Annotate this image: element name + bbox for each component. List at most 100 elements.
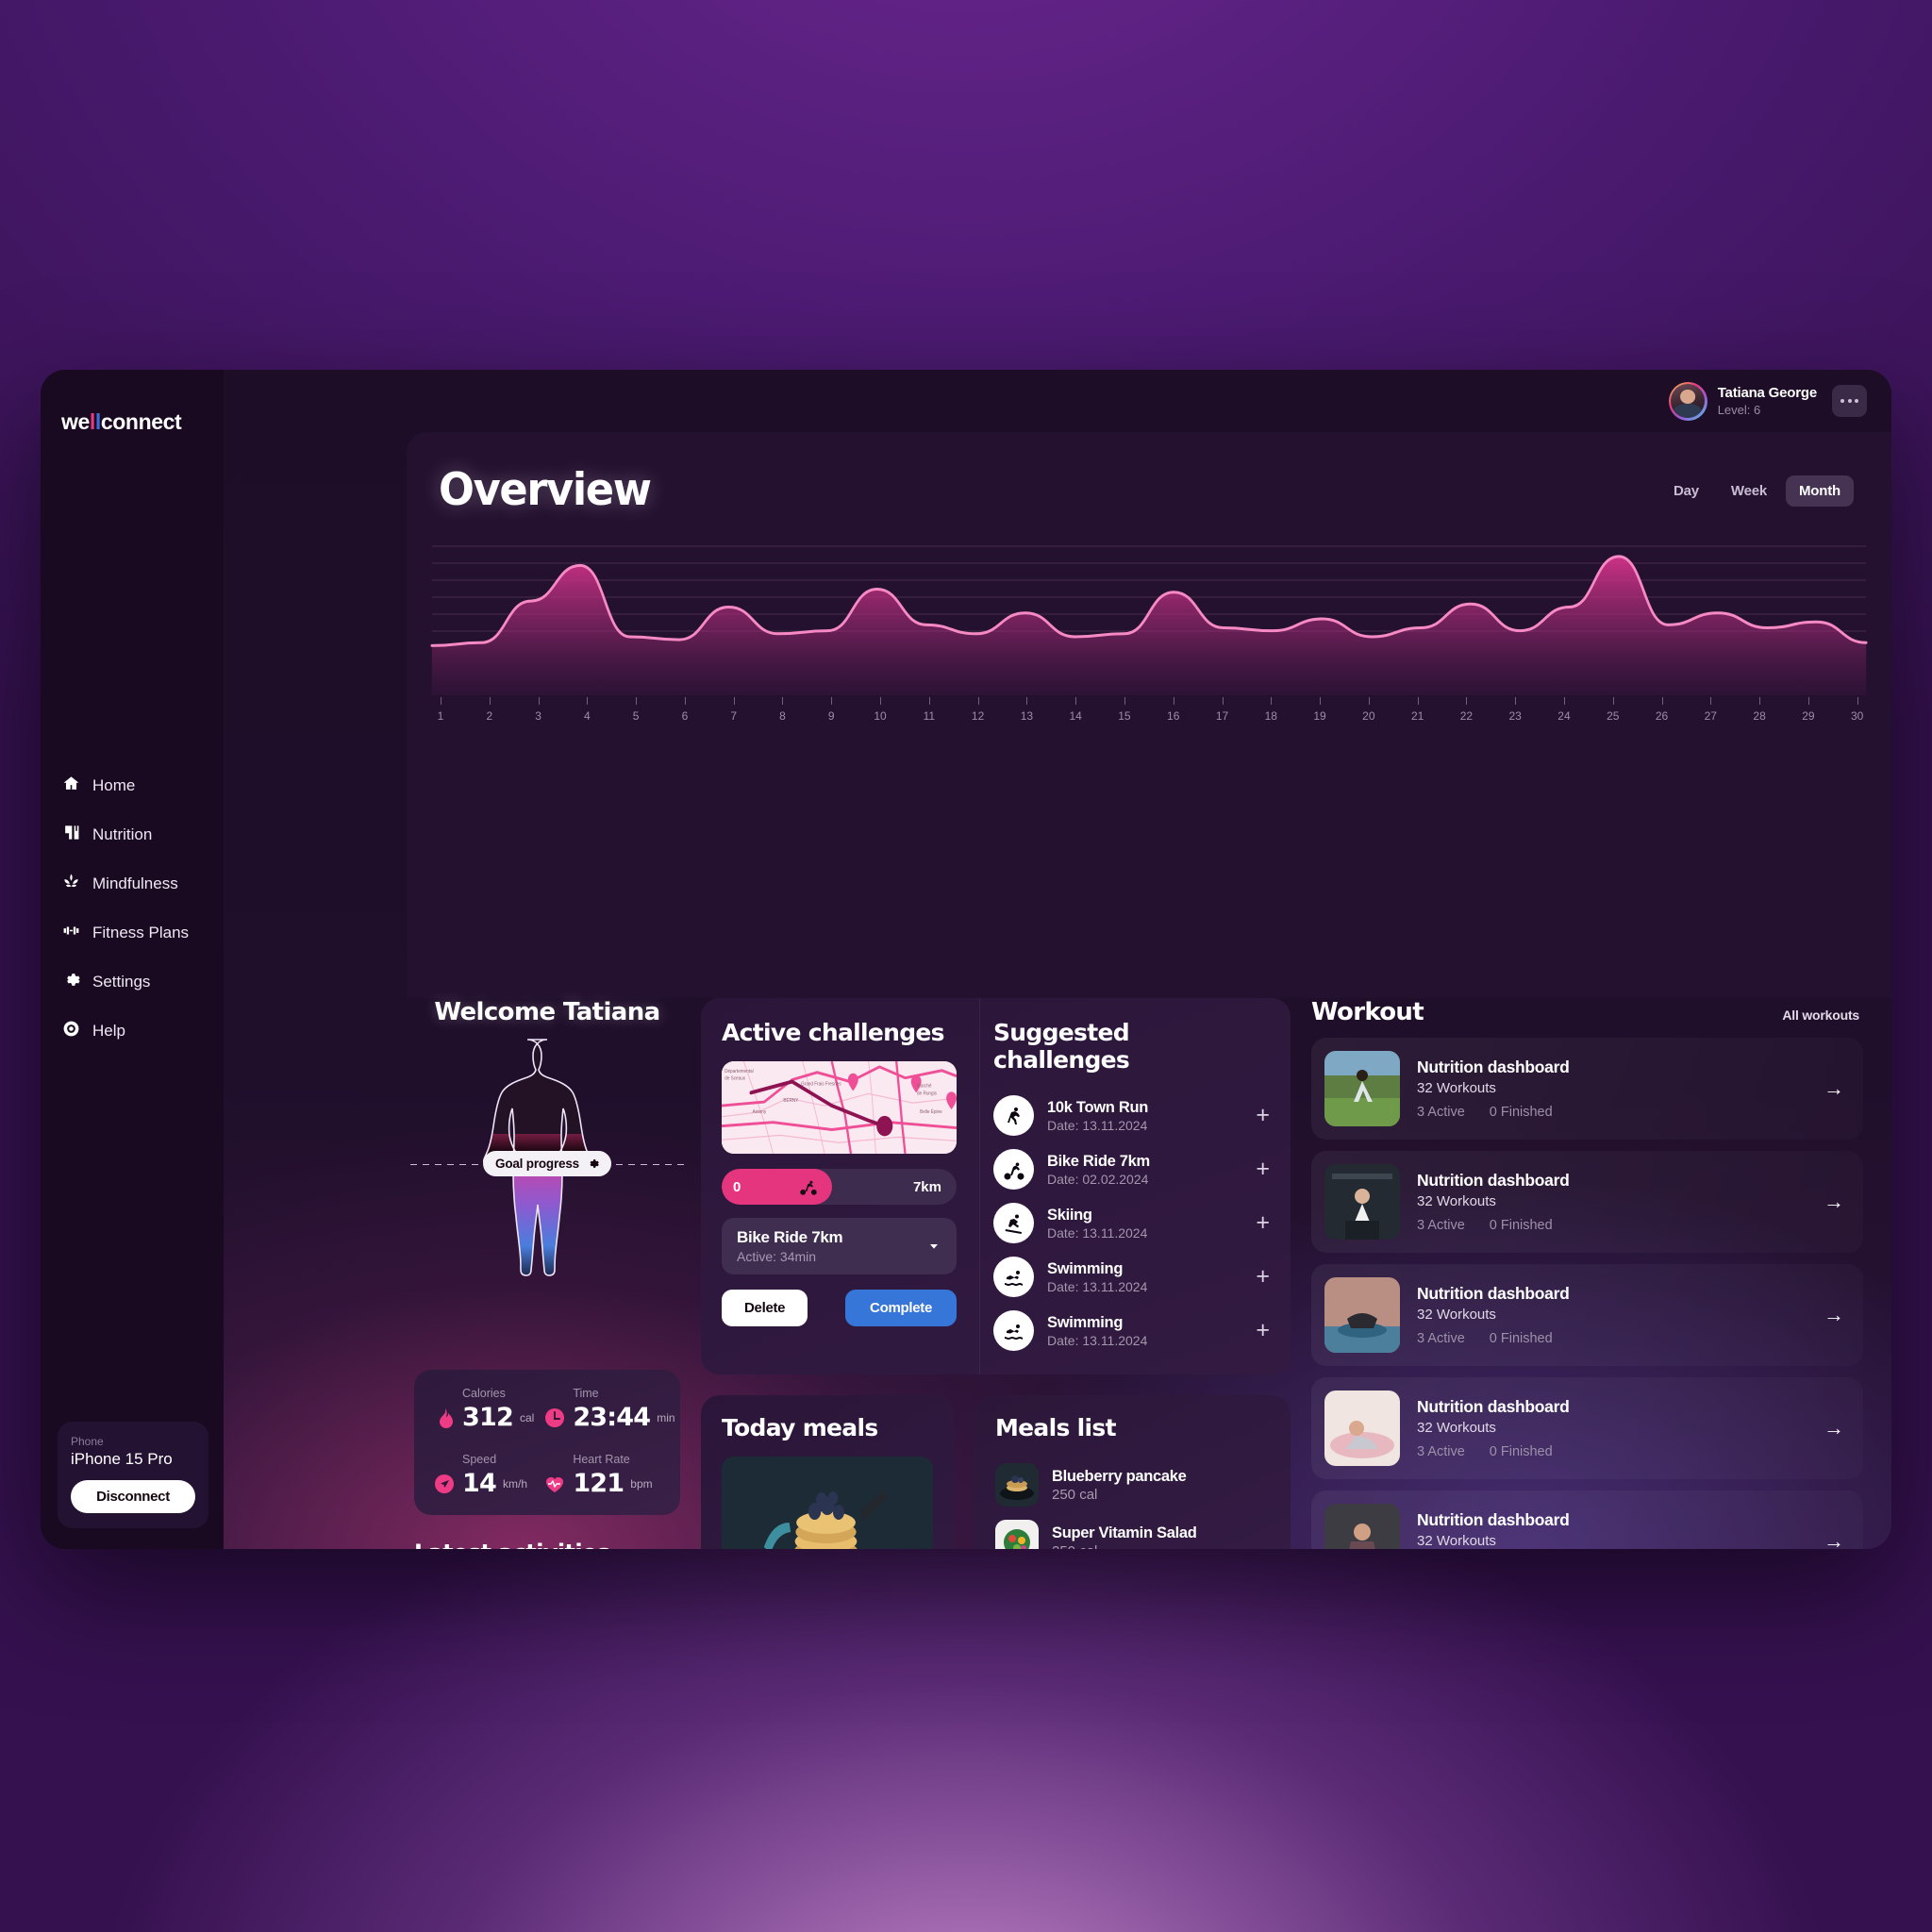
user-profile[interactable]: Tatiana George Level: 6 [1668, 381, 1817, 421]
x-axis-tick: 20 [1361, 697, 1376, 723]
sidebar-item-label: Nutrition [92, 825, 153, 843]
x-axis-tick: 30 [1850, 697, 1865, 723]
challenge-name: 10k Town Run [1047, 1098, 1149, 1116]
arrow-right-icon[interactable]: → [1824, 1076, 1844, 1101]
add-challenge-button[interactable]: + [1256, 1158, 1270, 1181]
stat-unit: min [657, 1410, 675, 1424]
progress-fill: 0 [722, 1169, 833, 1205]
workout-thumbnail [1324, 1391, 1400, 1466]
main-area: Tatiana George Level: 6 Overview Day Wee… [224, 370, 1891, 1549]
chevron-down-icon[interactable] [926, 1239, 941, 1254]
list-item[interactable]: 10k Town Run Date: 13.11.2024 + [993, 1089, 1270, 1142]
range-week[interactable]: Week [1718, 475, 1780, 507]
list-item[interactable]: Super Vitamin Salad 250 cal [995, 1513, 1270, 1549]
overview-panel: Overview Day Week Month 1 2 3 4 5 6 7 8 … [407, 432, 1891, 998]
arrow-right-icon[interactable]: → [1824, 1416, 1844, 1441]
goal-line-left [410, 1164, 478, 1165]
swimmer-icon [993, 1257, 1034, 1297]
workout-count: 32 Workouts [1417, 1307, 1496, 1323]
sidebar-item-mindfulness[interactable]: Mindfulness [62, 873, 224, 895]
goal-progress-badge[interactable]: Goal progress [483, 1151, 611, 1176]
meal-thumbnail [995, 1463, 1039, 1507]
more-options-button[interactable] [1832, 385, 1867, 417]
list-item[interactable]: Swimming Date: 13.11.2024 + [993, 1250, 1270, 1304]
body-silhouette-widget: Goal progress [410, 1032, 684, 1360]
challenge-date: Date: 13.11.2024 [1047, 1224, 1148, 1241]
workout-card[interactable]: Nutrition dashboard32 Workouts3 Active0 … [1311, 1491, 1863, 1549]
list-item[interactable]: Swimming Date: 13.11.2024 + [993, 1304, 1270, 1357]
add-challenge-button[interactable]: + [1256, 1319, 1270, 1342]
arrow-right-icon[interactable]: → [1824, 1303, 1844, 1327]
challenge-progress-bar[interactable]: 0 7km [722, 1169, 957, 1205]
chart-x-axis: 1 2 3 4 5 6 7 8 9 10 11 12 13 14 15 16 17 18 19 20 21 22 23 24 2… [407, 697, 1891, 723]
workout-finished: 0 Finished [1489, 1444, 1553, 1459]
connected-phone-card: Phone iPhone 15 Pro Disconnect [58, 1422, 208, 1528]
sidebar-item-home[interactable]: Home [62, 774, 224, 797]
route-map[interactable]: Départemental de Sceaux Grand Frais Fresn… [722, 1061, 957, 1154]
sidebar-item-fitness-plans[interactable]: Fitness Plans [62, 922, 224, 944]
workout-card[interactable]: Nutrition dashboard32 Workouts3 Active0 … [1311, 1377, 1863, 1479]
stat-speed: Speed 14 km/h [433, 1453, 534, 1498]
disconnect-button[interactable]: Disconnect [71, 1480, 195, 1513]
workout-active: 3 Active [1417, 1331, 1465, 1346]
workout-thumbnail [1324, 1051, 1400, 1126]
challenge-actions: Delete Complete [722, 1290, 957, 1326]
avatar[interactable] [1668, 381, 1707, 421]
lotus-icon [62, 873, 80, 895]
list-item[interactable]: Bike Ride 7km Date: 02.02.2024 + [993, 1142, 1270, 1196]
welcome-heading: Welcome Tatiana [434, 998, 660, 1026]
add-challenge-button[interactable]: + [1256, 1211, 1270, 1235]
latest-activities-title: Latest activities [414, 1540, 680, 1549]
x-axis-tick: 1 [433, 697, 448, 723]
x-axis-tick: 22 [1458, 697, 1474, 723]
arrow-right-icon[interactable]: → [1824, 1529, 1844, 1549]
meals-list-card: Meals list Blueberry pancake 250 cal Supe… [974, 1395, 1291, 1549]
workout-count: 32 Workouts [1417, 1193, 1496, 1209]
x-axis-tick: 4 [579, 697, 594, 723]
skier-icon [993, 1203, 1034, 1243]
workout-card[interactable]: Nutrition dashboard32 Workouts3 Active0 … [1311, 1151, 1863, 1253]
meal-name: Blueberry pancake [1052, 1467, 1187, 1485]
x-axis-tick: 10 [873, 697, 888, 723]
svg-text:BERNY: BERNY [783, 1098, 798, 1105]
speed-icon [435, 1474, 454, 1493]
challenges-card: Active challenges Départemental de Sceau… [701, 998, 1291, 1374]
gear-icon [590, 1159, 599, 1168]
sidebar-item-help[interactable]: Help [62, 1020, 224, 1042]
range-day[interactable]: Day [1660, 475, 1712, 507]
challenge-select[interactable]: Bike Ride 7km Active: 34min [722, 1218, 957, 1274]
x-axis-tick: 17 [1215, 697, 1230, 723]
range-month[interactable]: Month [1786, 475, 1854, 507]
workout-card[interactable]: Nutrition dashboard32 Workouts3 Active0 … [1311, 1264, 1863, 1366]
sidebar-item-label: Help [92, 1022, 125, 1040]
delete-button[interactable]: Delete [722, 1290, 808, 1326]
add-challenge-button[interactable]: + [1256, 1265, 1270, 1289]
workout-thumbnail [1324, 1277, 1400, 1353]
stats-panel: Calories 312 cal Time 23:44 min Speed 14… [414, 1370, 680, 1515]
dashboard-content: Welcome Tatiana Goal progress Calories 3… [407, 998, 1891, 1549]
x-axis-tick: 18 [1263, 697, 1278, 723]
x-axis-tick: 23 [1507, 697, 1523, 723]
workout-column: Workout All workouts Nutrition dashboard… [1311, 998, 1863, 1549]
challenge-name: Skiing [1047, 1206, 1092, 1224]
goal-progress-label: Goal progress [495, 1157, 579, 1171]
brand-logo[interactable]: wellconnect [41, 389, 224, 435]
cyclist-icon [993, 1149, 1034, 1190]
list-item[interactable]: Blueberry pancake 250 cal [995, 1457, 1270, 1513]
sidebar-item-settings[interactable]: Settings [62, 971, 224, 993]
range-selector: Day Week Month [1660, 475, 1854, 507]
stat-value: 312 [462, 1403, 514, 1432]
x-axis-tick: 6 [677, 697, 692, 723]
arrow-right-icon[interactable]: → [1824, 1190, 1844, 1214]
workout-card[interactable]: Nutrition dashboard32 Workouts3 Active0 … [1311, 1038, 1863, 1140]
list-item[interactable]: Skiing Date: 13.11.2024 + [993, 1196, 1270, 1250]
workout-finished: 0 Finished [1489, 1331, 1553, 1346]
complete-button[interactable]: Complete [845, 1290, 957, 1326]
activity-area-chart [407, 525, 1891, 695]
active-challenges-title: Active challenges [722, 1019, 945, 1046]
sidebar-item-nutrition[interactable]: Nutrition [62, 824, 224, 846]
svg-text:Départemental: Départemental [724, 1068, 754, 1074]
all-workouts-link[interactable]: All workouts [1782, 1008, 1859, 1023]
topbar: Tatiana George Level: 6 [224, 370, 1891, 432]
add-challenge-button[interactable]: + [1256, 1104, 1270, 1127]
